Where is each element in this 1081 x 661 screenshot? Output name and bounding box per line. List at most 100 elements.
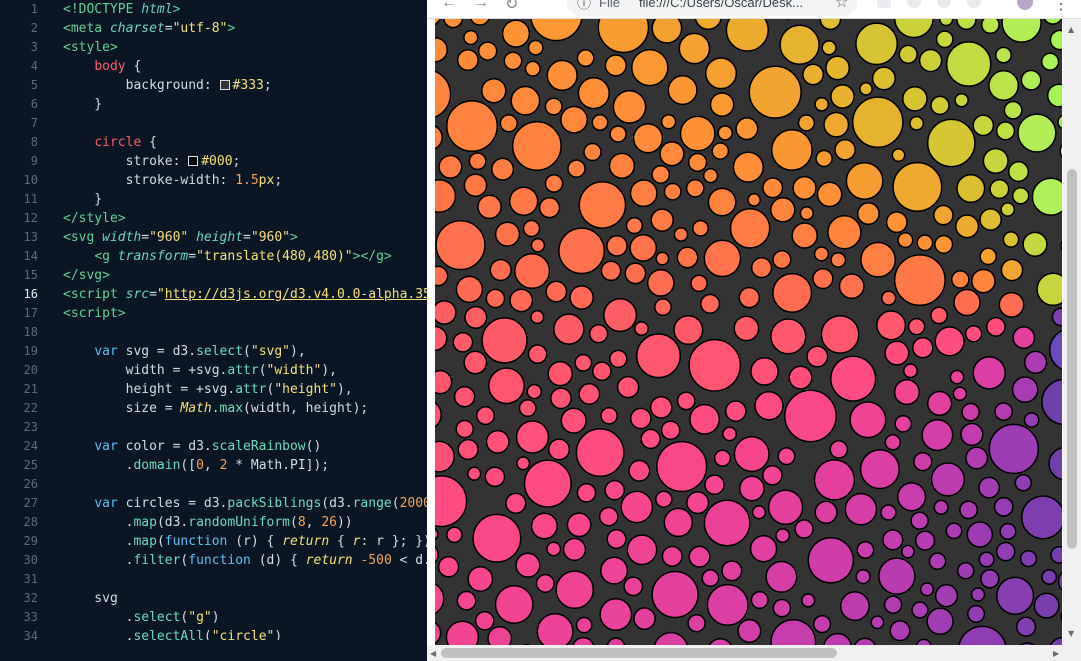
packed-circle <box>511 121 562 171</box>
code-line[interactable]: .map(function (r) { return { r: r }; }) <box>63 532 427 551</box>
code-area[interactable]: <!DOCTYPE html> <meta charset="utf-8"> <st… <box>63 0 427 640</box>
code-token: <meta <box>63 21 110 36</box>
packed-circle <box>530 238 546 253</box>
profile-avatar-icon[interactable] <box>1017 0 1033 10</box>
code-line[interactable]: stroke-width: 1.5px; <box>63 171 283 190</box>
line-number: 2 <box>30 21 38 35</box>
packed-circle <box>911 601 929 619</box>
forward-arrow-icon[interactable]: → <box>473 0 489 12</box>
extension-icon[interactable] <box>967 0 981 8</box>
code-token: svg <box>63 591 118 606</box>
packed-circle <box>722 426 738 442</box>
packed-circle <box>825 55 851 81</box>
code-line[interactable]: width = +svg.attr("width"), <box>63 361 337 380</box>
extension-icon[interactable] <box>907 0 921 8</box>
packed-circle <box>919 582 935 597</box>
packed-circle <box>1007 161 1030 183</box>
star-icon[interactable]: ☆ <box>835 0 848 11</box>
code-line[interactable]: </svg> <box>63 266 110 285</box>
horizontal-scroll-thumb[interactable] <box>441 648 837 658</box>
packed-circle <box>797 114 816 132</box>
code-line[interactable]: } <box>63 190 102 209</box>
packed-circle <box>597 19 650 54</box>
code-token: transform <box>117 249 189 264</box>
packed-circle <box>907 317 926 336</box>
code-line[interactable]: .select("g") <box>63 608 220 627</box>
packed-circle <box>598 506 619 527</box>
packed-circle <box>604 54 627 77</box>
scroll-left-arrow-icon[interactable]: ◀ <box>430 649 436 658</box>
packed-circle <box>1019 549 1038 568</box>
horizontal-scrollbar[interactable]: ◀ ▶ <box>427 645 1081 661</box>
scroll-up-arrow-icon[interactable]: ▲ <box>1068 25 1074 34</box>
code-line[interactable]: background: #333; <box>63 76 272 95</box>
packed-circle <box>685 178 705 198</box>
line-number: 10 <box>23 173 38 187</box>
code-line[interactable]: <!DOCTYPE html> <box>63 0 180 19</box>
code-token: ( <box>258 363 267 378</box>
packed-circle <box>435 440 455 473</box>
extension-icon[interactable] <box>877 0 891 8</box>
code-line[interactable]: svg <box>63 589 118 608</box>
code-line[interactable]: <g transform="translate(480,480)"></g> <box>63 247 391 266</box>
scroll-right-arrow-icon[interactable]: ▶ <box>1053 649 1059 658</box>
packed-circle <box>1014 473 1033 492</box>
code-line[interactable]: <script> <box>63 304 126 323</box>
packed-circle <box>859 449 900 490</box>
vertical-scroll-thumb[interactable] <box>1067 169 1077 549</box>
code-line[interactable]: <svg width="960" height="960"> <box>63 228 298 247</box>
code-line[interactable]: </style> <box>63 209 126 228</box>
packed-circle <box>1051 307 1062 327</box>
packed-circle <box>550 387 572 410</box>
packed-circle <box>464 305 488 329</box>
code-line[interactable]: .selectAll("circle") <box>63 627 283 640</box>
scroll-down-arrow-icon[interactable]: ▼ <box>1068 629 1074 638</box>
code-line[interactable]: .filter(function (d) { return -500 < d.x <box>63 551 427 570</box>
packed-circle <box>463 350 488 375</box>
address-bar[interactable]: ⓘ File file:///C:/Users/Oscar/Desk... ☆ <box>567 0 857 16</box>
info-icon[interactable]: ⓘ <box>577 0 591 13</box>
code-line[interactable]: <script src="http://d3js.org/d3.v4.0.0-a… <box>63 285 427 304</box>
line-number: 19 <box>23 344 38 358</box>
packed-circle <box>870 615 885 630</box>
code-line[interactable]: var color = d3.scaleRainbow() <box>63 437 321 456</box>
code-line[interactable]: size = Math.max(width, height); <box>63 399 369 418</box>
code-line[interactable]: body { <box>63 57 141 76</box>
code-line[interactable]: <meta charset="utf-8"> <box>63 19 235 38</box>
packed-circle <box>629 407 652 430</box>
code-line[interactable]: stroke: #000; <box>63 152 241 171</box>
code-line[interactable]: height = +svg.attr("height"), <box>63 380 353 399</box>
packed-circle <box>767 489 804 526</box>
packed-circle <box>503 51 523 71</box>
code-token: . <box>63 515 134 530</box>
vertical-scrollbar[interactable]: ▲ ▼ <box>1063 19 1081 645</box>
editor-horizontal-scrollbar[interactable] <box>0 640 427 661</box>
packed-circle <box>536 612 574 645</box>
code-line[interactable]: } <box>63 95 102 114</box>
code-line[interactable]: circle { <box>63 133 157 152</box>
packed-circle <box>802 63 825 86</box>
extension-icon[interactable] <box>937 0 951 8</box>
url-text[interactable]: file:///C:/Users/Oscar/Desk... <box>639 0 803 10</box>
code-editor[interactable]: 1 2 3 4 5 6 7 8 9 10 11 12 13 14 15 16 17 18 19 20 21 22 23 24 2… <box>0 0 427 661</box>
packed-circle <box>844 492 878 526</box>
packed-circle <box>853 637 876 645</box>
code-line[interactable]: .map(d3.randomUniform(8, 26)) <box>63 513 353 532</box>
reload-icon[interactable]: ↻ <box>505 0 518 14</box>
back-arrow-icon[interactable]: ← <box>441 0 457 12</box>
packed-circle <box>1049 29 1062 51</box>
packed-circle <box>916 234 934 252</box>
code-line[interactable]: var circles = d3.packSiblings(d3.range(2… <box>63 494 427 513</box>
code-token: return <box>282 534 330 549</box>
packed-circle <box>823 632 852 645</box>
browser-toolbar: ← → ↻ ⓘ File file:///C:/Users/Oscar/Desk… <box>427 0 1081 19</box>
packed-circle <box>692 219 709 237</box>
packed-circle <box>838 273 865 300</box>
code-line[interactable]: <style> <box>63 38 118 57</box>
code-token: , <box>203 458 220 473</box>
kebab-menu-icon[interactable]: ⋮ <box>1053 0 1069 14</box>
code-line[interactable]: var svg = d3.select("svg"), <box>63 342 305 361</box>
packed-circle <box>994 402 1013 421</box>
code-line[interactable]: .domain([0, 2 * Math.PI]); <box>63 456 330 475</box>
